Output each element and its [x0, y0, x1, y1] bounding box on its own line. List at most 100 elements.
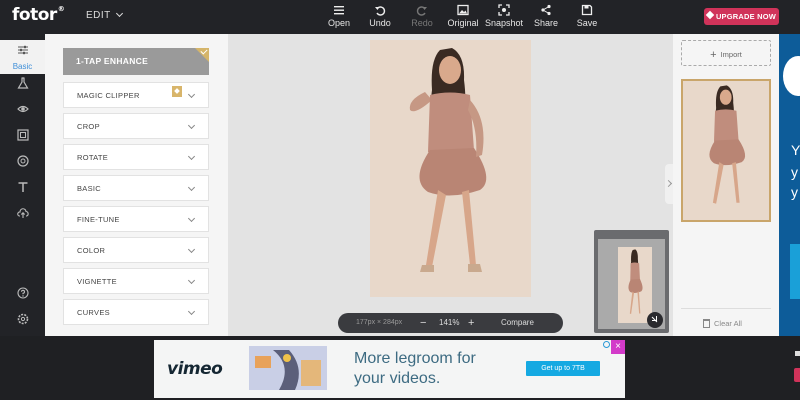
menu-item-label: BASIC — [77, 184, 102, 193]
side-advertisement[interactable]: Y y y — [779, 34, 800, 336]
ad-headline: More legroom for your videos. — [354, 349, 476, 389]
redo-button[interactable]: Redo — [399, 4, 445, 28]
side-ad-fragment — [794, 368, 800, 382]
chevron-down-icon — [187, 152, 196, 161]
menu-item-label: ROTATE — [77, 153, 109, 162]
text-tab[interactable] — [0, 180, 45, 198]
undo-icon — [375, 6, 386, 16]
ad-cta-button[interactable]: Get up to 7TB — [526, 361, 600, 376]
chevron-down-icon — [187, 90, 196, 99]
logo-text: fotor — [12, 5, 57, 25]
gear-icon — [17, 313, 28, 325]
left-icon-bar: Basic — [0, 34, 45, 336]
compare-button[interactable]: Compare — [501, 313, 534, 333]
ad-illustration-art — [249, 346, 327, 390]
help-button[interactable] — [0, 286, 45, 304]
open-label: Open — [327, 18, 351, 28]
clear-all-label: Clear All — [714, 319, 742, 328]
settings-button[interactable] — [0, 312, 45, 330]
beauty-tab[interactable] — [0, 102, 45, 120]
ad-info-icon[interactable] — [603, 341, 610, 348]
menu-icon — [334, 6, 344, 15]
snapshot-icon — [498, 4, 510, 16]
edit-menu[interactable]: EDIT — [86, 9, 123, 21]
cloud-tab[interactable] — [0, 206, 45, 224]
save-button[interactable]: Save — [564, 4, 610, 28]
help-icon — [16, 287, 29, 299]
frame-icon — [16, 129, 29, 141]
premium-badge-icon — [172, 86, 182, 97]
upgrade-now-button[interactable]: UPGRADE NOW — [704, 8, 779, 25]
original-label: Original — [447, 18, 479, 28]
fotor-logo[interactable]: fotor® — [12, 5, 65, 25]
expand-navigator-icon[interactable] — [647, 312, 663, 328]
side-ad-fragment — [795, 351, 800, 356]
redo-label: Redo — [411, 18, 433, 28]
side-ad-text: Y — [791, 142, 800, 158]
ad-illustration — [249, 346, 327, 390]
collapse-right-panel-handle[interactable] — [665, 164, 673, 204]
vimeo-advertisement[interactable]: vimeo More legroom for your videos. Get … — [154, 340, 625, 398]
save-label: Save — [576, 18, 598, 28]
chevron-down-icon — [187, 245, 196, 254]
basic-tab[interactable]: Basic — [0, 40, 45, 74]
menu-item-rotate[interactable]: ROTATE — [63, 144, 209, 170]
navigator-thumbnail — [618, 247, 652, 323]
menu-item-fine-tune[interactable]: FINE-TUNE — [63, 206, 209, 232]
side-ad-text: y — [791, 184, 798, 200]
side-ad-cta[interactable] — [790, 244, 800, 299]
image-icon — [457, 4, 469, 16]
edit-menu-label: EDIT — [86, 10, 111, 21]
share-label: Share — [533, 18, 559, 28]
flask-icon — [16, 77, 29, 89]
save-icon — [581, 4, 593, 16]
basic-edit-panel: 1-TAP ENHANCE MAGIC CLIPPER CROP ROTATE … — [45, 34, 228, 336]
trash-icon — [703, 319, 710, 328]
menu-item-label: MAGIC CLIPPER — [77, 91, 140, 100]
thumbnail-photo-illustration — [683, 81, 769, 220]
undo-label: Undo — [369, 18, 391, 28]
undo-button[interactable]: Undo — [357, 4, 403, 28]
zoom-out-button[interactable]: − — [420, 313, 426, 333]
menu-item-label: CROP — [77, 122, 100, 131]
diamond-icon — [705, 10, 715, 20]
original-button[interactable]: Original — [440, 4, 486, 28]
menu-item-curves[interactable]: CURVES — [63, 299, 209, 325]
menu-item-crop[interactable]: CROP — [63, 113, 209, 139]
redo-icon — [416, 6, 427, 16]
image-dimensions: 177px × 284px — [356, 319, 403, 326]
effects-tab[interactable] — [0, 76, 45, 94]
divider — [681, 308, 771, 309]
library-thumbnail[interactable] — [681, 79, 771, 222]
menu-item-label: CURVES — [77, 308, 110, 317]
cloud-upload-icon — [16, 208, 29, 218]
share-button[interactable]: Share — [523, 4, 569, 28]
menu-item-label: FINE-TUNE — [77, 215, 120, 224]
zoom-in-button[interactable]: + — [468, 313, 474, 333]
zoom-bar: 177px × 284px − 141% + Compare — [338, 313, 563, 333]
chevron-down-icon — [187, 307, 196, 316]
menu-item-vignette[interactable]: VIGNETTE — [63, 268, 209, 294]
import-button[interactable]: + Import — [681, 40, 771, 66]
navigator-preview[interactable] — [594, 230, 669, 333]
snapshot-button[interactable]: Snapshot — [481, 4, 527, 28]
one-tap-enhance-button[interactable]: 1-TAP ENHANCE — [63, 47, 209, 75]
ad-headline-line-2: your videos. — [354, 370, 441, 387]
top-bar: fotor® EDIT Open Undo Redo Original Snap… — [0, 0, 800, 34]
edited-photo[interactable] — [370, 40, 531, 297]
stickers-tab[interactable] — [0, 154, 45, 172]
frames-tab[interactable] — [0, 128, 45, 146]
open-button[interactable]: Open — [316, 4, 362, 28]
menu-item-color[interactable]: COLOR — [63, 237, 209, 263]
menu-item-magic-clipper[interactable]: MAGIC CLIPPER — [63, 82, 209, 108]
clear-all-button[interactable]: Clear All — [703, 317, 742, 328]
navigator-photo-illustration — [618, 247, 652, 323]
menu-item-basic[interactable]: BASIC — [63, 175, 209, 201]
enhance-label: 1-TAP ENHANCE — [76, 56, 149, 66]
ad-close-button[interactable]: × — [611, 340, 625, 354]
logo-mark: ® — [57, 5, 65, 13]
ad-shape — [783, 56, 800, 96]
chevron-down-icon — [115, 9, 123, 18]
vimeo-logo: vimeo — [167, 359, 223, 379]
text-icon — [18, 182, 27, 192]
